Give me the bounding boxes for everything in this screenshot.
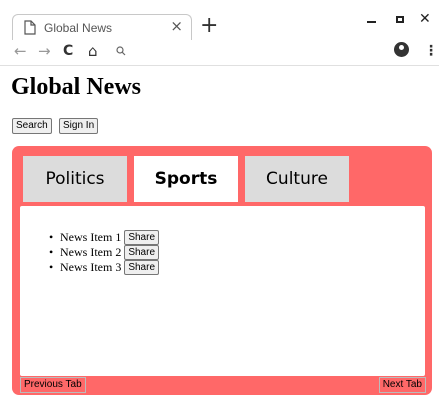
share-button[interactable]: Share [124, 260, 160, 275]
maximize-window-icon[interactable] [396, 16, 404, 23]
page-title: Global News [11, 74, 142, 100]
news-item-label: News Item 2 [60, 245, 122, 259]
search-button[interactable]: Search [12, 118, 52, 134]
previous-tab-button[interactable]: Previous Tab [20, 377, 86, 393]
arrow-left-icon[interactable]: ← [14, 42, 27, 60]
home-icon[interactable]: ⌂ [88, 42, 98, 60]
browser-toolbar: ← → C ⌂ ⋮ [0, 40, 439, 66]
arrow-right-icon[interactable]: → [38, 42, 51, 60]
browser-tab-title: Global News [44, 21, 113, 35]
share-button[interactable]: Share [124, 230, 160, 245]
minimize-window-icon[interactable] [367, 21, 376, 23]
tab-culture[interactable]: Culture [245, 156, 349, 202]
tab-content: News Item 1 Share News Item 2 Share News… [20, 206, 425, 376]
reload-icon[interactable]: C [63, 43, 73, 59]
kebab-menu-icon[interactable]: ⋮ [424, 43, 438, 59]
new-tab-button[interactable]: + [200, 13, 218, 39]
share-button[interactable]: Share [124, 245, 160, 260]
sign-in-button[interactable]: Sign In [59, 118, 99, 134]
search-icon[interactable] [116, 46, 126, 59]
tab-politics[interactable]: Politics [23, 156, 127, 202]
document-icon [24, 20, 36, 35]
browser-tabstrip: Global News × + ✕ [0, 0, 439, 41]
news-list: News Item 1 Share News Item 2 Share News… [60, 230, 160, 275]
news-tabs-panel: Politics Sports Culture News Item 1 Shar… [12, 146, 432, 395]
news-item-label: News Item 3 [60, 260, 122, 274]
list-item: News Item 2 Share [60, 245, 160, 260]
account-icon[interactable] [394, 42, 409, 57]
browser-tab[interactable]: Global News × [12, 14, 192, 41]
news-item-label: News Item 1 [60, 230, 122, 244]
tab-sports[interactable]: Sports [134, 156, 238, 202]
list-item: News Item 1 Share [60, 230, 160, 245]
list-item: News Item 3 Share [60, 260, 160, 275]
close-tab-icon[interactable]: × [170, 17, 183, 35]
close-window-icon[interactable]: ✕ [419, 11, 431, 27]
next-tab-button[interactable]: Next Tab [378, 377, 426, 393]
